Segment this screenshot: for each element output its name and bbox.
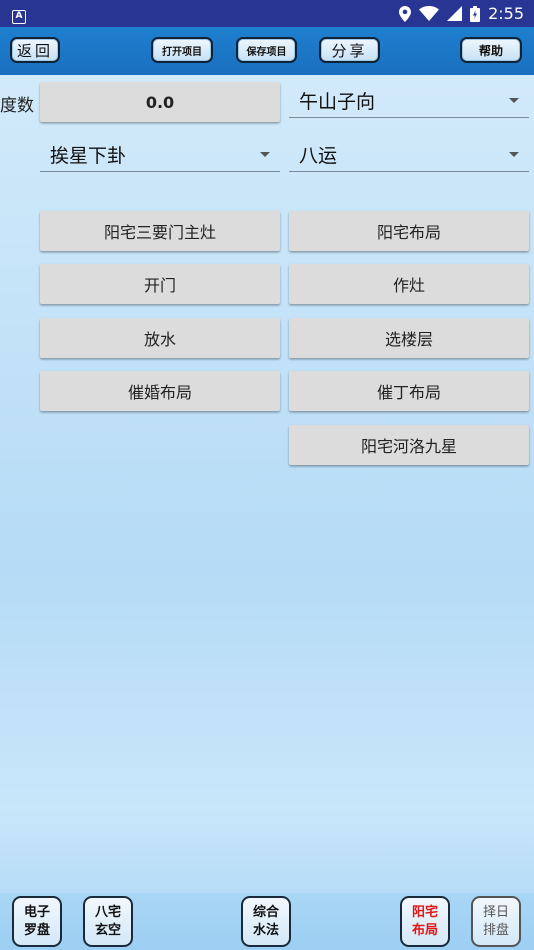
direction-select-value: 午山子向 (299, 91, 376, 113)
nav-water-method[interactable]: 综合 水法 (241, 896, 291, 947)
nav-label-line2: 排盘 (482, 922, 509, 938)
status-time: 2:55 (488, 4, 524, 23)
battery-icon (470, 5, 481, 22)
marriage-layout-button[interactable]: 催婚布局 (40, 371, 280, 411)
app-notification-icon: A (12, 9, 26, 24)
nav-label-line2: 罗盘 (23, 922, 50, 938)
nav-bazhai-xuankong[interactable]: 八宅 玄空 (83, 896, 133, 947)
help-button[interactable]: 帮助 (460, 37, 522, 63)
nav-electronic-compass[interactable]: 电子 罗盘 (12, 896, 62, 947)
star-method-select[interactable]: 挨星下卦 (40, 138, 280, 172)
star-method-select-value: 挨星下卦 (50, 145, 127, 167)
bottom-nav: 电子 罗盘 八宅 玄空 综合 水法 阳宅 布局 择日 排盘 (0, 893, 534, 950)
share-button[interactable]: 分享 (319, 37, 380, 63)
offspring-layout-button[interactable]: 催丁布局 (289, 371, 529, 411)
wifi-icon (419, 6, 440, 21)
nav-label-line1: 综合 (252, 904, 279, 920)
back-button[interactable]: 返回 (10, 37, 60, 63)
nav-house-layout[interactable]: 阳宅 布局 (400, 896, 450, 947)
status-left: A (12, 4, 26, 24)
house-layout-button[interactable]: 阳宅布局 (289, 211, 529, 251)
water-outlet-button[interactable]: 放水 (40, 318, 280, 358)
choose-floor-button[interactable]: 选楼层 (289, 318, 529, 358)
location-icon (399, 5, 412, 22)
toolbar: 返回 打开项目 保存项目 分享 帮助 (0, 27, 534, 75)
build-stove-button[interactable]: 作灶 (289, 264, 529, 304)
status-bar: A 2:55 (0, 0, 534, 27)
degree-label: 度数 (0, 96, 34, 116)
period-select[interactable]: 八运 (289, 138, 529, 172)
nav-label-line1: 择日 (482, 904, 509, 920)
nav-date-selection[interactable]: 择日 排盘 (471, 896, 521, 947)
signal-icon (447, 6, 463, 21)
dropdown-arrow-icon (509, 98, 519, 103)
save-project-button[interactable]: 保存项目 (236, 37, 297, 63)
dropdown-arrow-icon (260, 152, 270, 157)
nav-label-line1: 阳宅 (411, 904, 438, 920)
period-select-value: 八运 (299, 145, 338, 167)
sanyao-door-stove-button[interactable]: 阳宅三要门主灶 (40, 211, 280, 251)
dropdown-arrow-icon (509, 152, 519, 157)
nav-label-line2: 玄空 (94, 922, 121, 938)
nav-label-line1: 电子 (23, 904, 50, 920)
nav-label-line2: 水法 (252, 922, 279, 938)
open-project-button[interactable]: 打开项目 (151, 37, 213, 63)
direction-select[interactable]: 午山子向 (289, 84, 529, 118)
heluo-nine-stars-button[interactable]: 阳宅河洛九星 (289, 425, 529, 465)
degree-input[interactable]: 0.0 (40, 82, 280, 122)
status-right: 2:55 (399, 4, 524, 23)
nav-label-line1: 八宅 (94, 904, 121, 920)
open-door-button[interactable]: 开门 (40, 264, 280, 304)
nav-label-line2: 布局 (411, 922, 438, 938)
